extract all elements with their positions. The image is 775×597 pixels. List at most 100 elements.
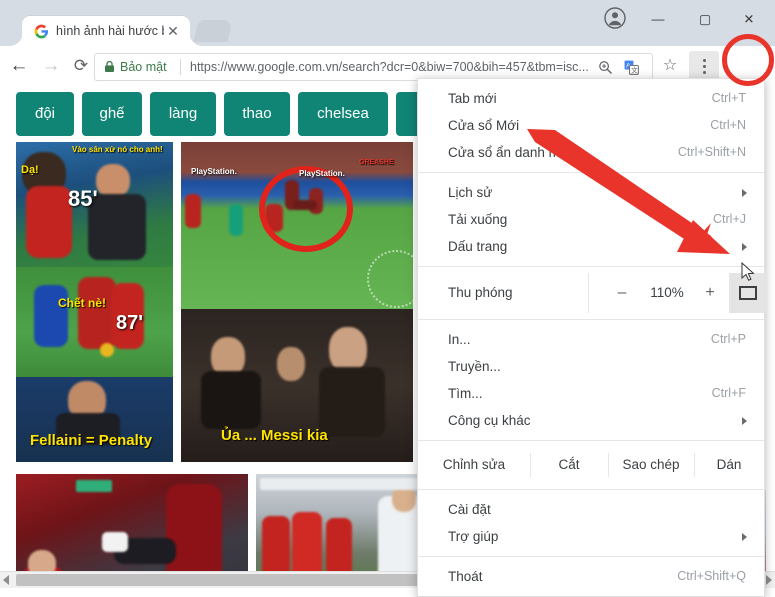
menu-edit-label: Chỉnh sửa	[442, 457, 506, 472]
image-result-thumbnail[interactable]: Vào sân xử nó cho anh! Dạ! 85' Chết nè! …	[16, 142, 173, 462]
menu-item-shortcut: Ctrl+T	[711, 91, 746, 105]
menu-item-bookmarks[interactable]: Dấu trang	[418, 233, 764, 260]
address-bar[interactable]: Bảo mật https://www.google.com.vn/search…	[94, 53, 653, 81]
zoom-in-button[interactable]: +	[699, 273, 721, 313]
menu-edit-paste[interactable]: Dán	[694, 447, 764, 483]
menu-separator	[418, 489, 764, 490]
chevron-right-icon	[742, 189, 747, 197]
menu-separator	[418, 172, 764, 173]
menu-item-more-tools[interactable]: Công cụ khác	[418, 407, 764, 434]
search-tag-0[interactable]: đội	[16, 92, 74, 136]
zoom-controls: – 110% +	[588, 273, 766, 313]
search-tag-3[interactable]: thao	[224, 92, 290, 136]
menu-edit-cut[interactable]: Cắt	[530, 447, 608, 483]
search-tag-label: thao	[242, 105, 272, 122]
tab-close-icon[interactable]: ✕	[166, 24, 180, 38]
menu-item-new-incognito-window[interactable]: Cửa sổ ẩn danh mới Ctrl+Shift+N	[418, 139, 764, 166]
menu-item-settings[interactable]: Cài đặt	[418, 496, 764, 523]
fullscreen-icon-corner-br	[746, 289, 757, 300]
profile-avatar-icon[interactable]	[603, 6, 629, 32]
menu-item-exit[interactable]: Thoát Ctrl+Shift+Q	[418, 563, 764, 590]
search-tag-label: ghế	[99, 105, 125, 122]
scroll-right-arrow-icon[interactable]	[766, 575, 772, 585]
svg-text:文: 文	[631, 66, 638, 75]
menu-item-label: Thoát	[448, 569, 483, 584]
chevron-right-icon	[742, 417, 747, 425]
menu-item-find[interactable]: Tìm... Ctrl+F	[418, 380, 764, 407]
menu-item-label: Lịch sử	[448, 185, 493, 200]
menu-dot-3	[703, 71, 706, 74]
omnibox-divider	[180, 59, 181, 75]
magnifier-plus-icon	[598, 61, 612, 74]
meme-watermark-stamp	[367, 250, 413, 308]
menu-dot-1	[703, 59, 706, 62]
chevron-right-icon	[742, 533, 747, 541]
menu-separator	[418, 440, 764, 441]
close-icon: ✕	[743, 11, 755, 27]
menu-item-print[interactable]: In... Ctrl+P	[418, 326, 764, 353]
meme-caption: 85'	[68, 186, 98, 211]
fullscreen-button[interactable]	[729, 273, 766, 313]
menu-item-label: Cửa sổ Mới	[448, 118, 520, 133]
search-tag-4[interactable]: chelsea	[298, 92, 388, 136]
menu-item-shortcut: Ctrl+F	[711, 386, 746, 400]
search-tag-label: làng	[168, 105, 198, 122]
forward-button[interactable]: →	[38, 53, 64, 79]
meme-panel-pitch: PlayStation. PlayStation. GREASHE	[181, 142, 413, 309]
meme-panel-bottom	[16, 377, 173, 462]
url-text: https://www.google.com.vn/search?dcr=0&b…	[190, 60, 589, 74]
search-tag-label: chelsea	[317, 105, 369, 122]
meme-red-circle-annotation	[259, 166, 353, 252]
menu-edit-row: Chỉnh sửa Cắt Sao chép Dán	[418, 447, 764, 483]
minimize-icon: —	[651, 11, 665, 27]
three-dot-menu-button[interactable]	[689, 51, 719, 81]
browser-tab[interactable]: hình ảnh hài hước bóng ✕	[22, 16, 190, 46]
menu-item-cast[interactable]: Truyền...	[418, 353, 764, 380]
search-tag-2[interactable]: làng	[150, 92, 216, 136]
menu-item-downloads[interactable]: Tải xuống Ctrl+J	[418, 206, 764, 233]
zoom-out-button[interactable]: –	[611, 273, 633, 313]
menu-item-help[interactable]: Trợ giúp	[418, 523, 764, 550]
menu-separator	[418, 556, 764, 557]
menu-item-label: In...	[448, 332, 471, 347]
menu-item-shortcut: Ctrl+J	[713, 212, 746, 226]
meme-caption: 87'	[116, 312, 144, 334]
back-button[interactable]: ←	[6, 53, 32, 79]
new-tab-button[interactable]	[193, 20, 233, 42]
tab-strip: hình ảnh hài hước bóng ✕ — ▢ ✕	[0, 0, 775, 46]
menu-item-shortcut: Ctrl+Shift+N	[677, 145, 746, 159]
menu-item-label: Công cụ khác	[448, 413, 531, 428]
menu-edit-copy[interactable]: Sao chép	[608, 447, 694, 483]
menu-item-label: Tìm...	[448, 386, 483, 401]
window-minimize-button[interactable]: —	[638, 4, 678, 34]
menu-item-new-tab[interactable]: Tab mới Ctrl+T	[418, 85, 764, 112]
window-maximize-button[interactable]: ▢	[685, 4, 725, 34]
image-result-thumbnail[interactable]: PlayStation. PlayStation. GREASHE Ủa ...…	[181, 142, 413, 462]
search-tag-1[interactable]: ghế	[82, 92, 142, 136]
menu-item-shortcut: Ctrl+P	[710, 332, 746, 346]
menu-separator	[418, 266, 764, 267]
scroll-left-arrow-icon[interactable]	[3, 575, 9, 585]
zoom-label: Thu phóng	[448, 285, 513, 300]
menu-item-label: Cài đặt	[448, 502, 491, 517]
maximize-icon: ▢	[698, 11, 712, 27]
meme-caption: GREASHE	[359, 159, 394, 166]
meme-caption: Vào sân xử nó cho anh!	[72, 145, 163, 154]
meme-caption: Fellaini = Penalty	[30, 432, 153, 449]
menu-zoom-row: Thu phóng – 110% +	[418, 273, 766, 313]
meme-panel-crowd: Ủa ... Messi kia	[181, 309, 413, 462]
security-label: Bảo mật	[120, 60, 167, 74]
meme-caption: PlayStation.	[299, 169, 345, 178]
chevron-right-icon	[742, 243, 747, 251]
meme-caption: Dạ!	[21, 164, 39, 176]
menu-item-new-window[interactable]: Cửa sổ Mới Ctrl+N	[418, 112, 764, 139]
menu-item-label: Tab mới	[448, 91, 497, 106]
window-close-button[interactable]: ✕	[729, 4, 769, 34]
google-g-icon	[34, 24, 49, 39]
menu-item-shortcut: Ctrl+Shift+Q	[677, 569, 746, 583]
tab-title: hình ảnh hài hước bóng	[56, 24, 164, 38]
menu-separator	[418, 319, 764, 320]
menu-item-history[interactable]: Lịch sử	[418, 179, 764, 206]
reload-button[interactable]: ⟳	[68, 53, 94, 79]
bookmark-star-icon[interactable]: ☆	[659, 55, 681, 77]
